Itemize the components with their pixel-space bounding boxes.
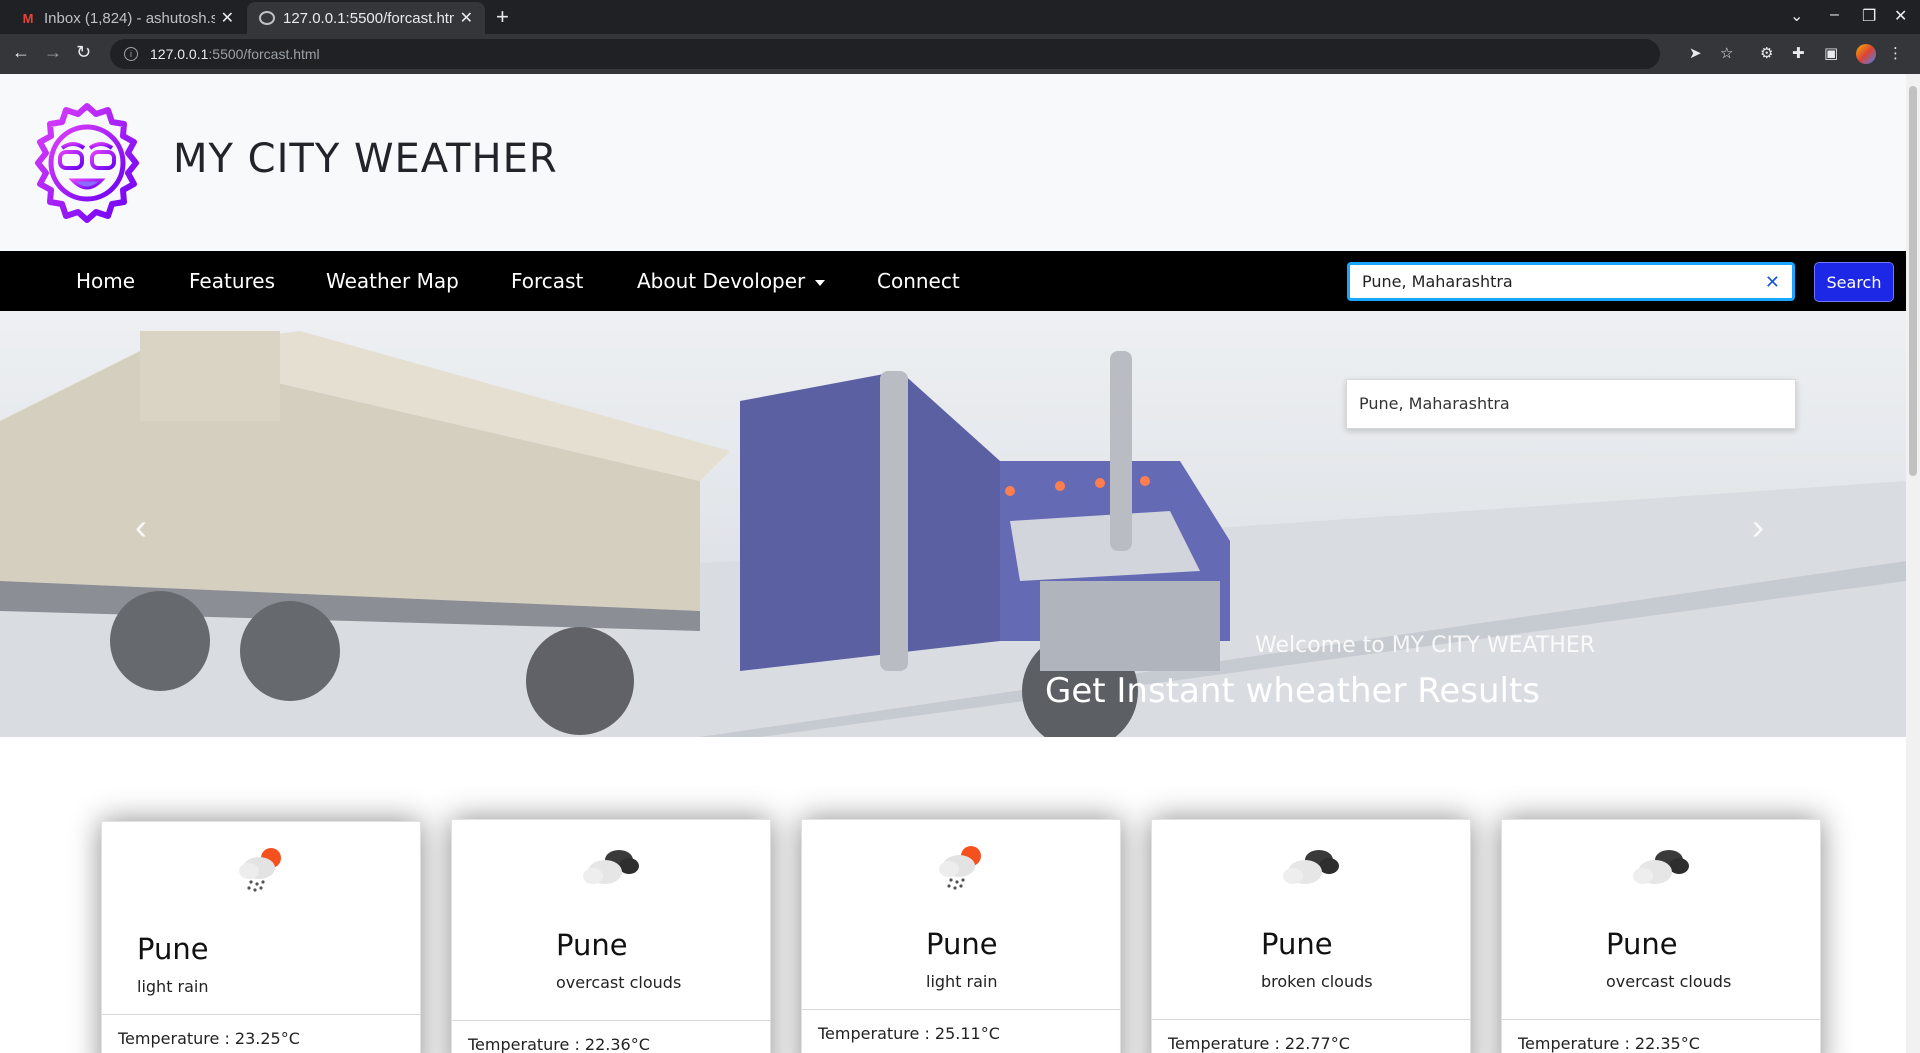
back-icon[interactable]: ← (12, 42, 30, 63)
main-navbar: Home Features Weather Map Forcast About … (0, 251, 1906, 311)
page-scrollbar[interactable] (1906, 74, 1920, 1053)
card-divider (452, 1020, 770, 1021)
globe-icon (259, 11, 275, 25)
card-description: overcast clouds (1606, 972, 1732, 991)
bookmark-star-icon[interactable]: ☆ (1720, 44, 1733, 62)
address-bar[interactable]: i 127.0.0.1:5500/forcast.html (110, 39, 1660, 69)
card-city: Pune (926, 927, 998, 961)
site-title: MY CITY WEATHER (173, 136, 558, 182)
tab-forecast[interactable]: 127.0.0.1:5500/forcast.htm ✕ (247, 2, 485, 34)
tab-title: Inbox (1,824) - ashutosh.s (44, 9, 215, 27)
carousel-prev-icon[interactable]: ‹ (135, 506, 147, 548)
send-tab-icon[interactable]: ➤ (1689, 44, 1702, 62)
overcast-clouds-icon (583, 850, 639, 884)
browser-tab-bar: M Inbox (1,824) - ashutosh.s ✕ 127.0.0.1… (0, 0, 1920, 34)
profile-avatar[interactable] (1856, 44, 1876, 64)
extension-icon[interactable]: ⚙ (1760, 44, 1773, 62)
reload-icon[interactable]: ↻ (76, 42, 91, 63)
card-description: light rain (137, 977, 209, 996)
card-temperature: Temperature : 22.35°C (1518, 1034, 1700, 1053)
search-input-value: Pune, Maharashtra (1362, 272, 1513, 291)
side-panel-icon[interactable]: ▣ (1824, 44, 1838, 62)
forward-icon[interactable]: → (44, 42, 62, 63)
search-suggestions-dropdown: Pune, Maharashtra (1346, 379, 1796, 429)
site-header: MY CITY WEATHER (0, 74, 1906, 251)
new-tab-icon[interactable]: + (496, 4, 509, 30)
card-temperature: Temperature : 25.11°C (818, 1024, 1000, 1043)
card-city: Pune (1261, 927, 1333, 961)
web-page: MY CITY WEATHER Home Features Weather Ma… (0, 74, 1906, 1053)
card-divider (1502, 1019, 1820, 1020)
light-rain-icon (239, 848, 281, 892)
close-window-icon[interactable]: ✕ (1894, 6, 1907, 26)
nav-weather-map[interactable]: Weather Map (326, 269, 459, 293)
minimize-icon[interactable]: – (1830, 6, 1839, 24)
forecast-card: Pune overcast clouds Temperature : 22.36… (451, 819, 771, 1053)
browser-toolbar: ← → ↻ i 127.0.0.1:5500/forcast.html ➤ ☆ … (0, 34, 1920, 74)
kebab-menu-icon[interactable]: ⋮ (1888, 44, 1903, 62)
gmail-icon: M (22, 10, 34, 26)
tab-title: 127.0.0.1:5500/forcast.htm (283, 9, 454, 27)
nav-about-developer-dropdown[interactable]: About Devoloper (637, 269, 826, 293)
forecast-card: Pune overcast clouds Temperature : 22.35… (1501, 819, 1821, 1053)
sun-logo-icon[interactable] (26, 102, 148, 224)
scrollbar-thumb[interactable] (1909, 86, 1917, 476)
snowy-truck-image (0, 311, 1906, 737)
card-city: Pune (1606, 927, 1678, 961)
nav-forcast[interactable]: Forcast (511, 269, 583, 293)
broken-clouds-icon (1283, 850, 1339, 884)
card-description: light rain (926, 972, 998, 991)
card-description: overcast clouds (556, 973, 682, 992)
card-description: broken clouds (1261, 972, 1373, 991)
card-temperature: Temperature : 22.36°C (468, 1035, 650, 1053)
url-host: 127.0.0.1 (150, 46, 209, 62)
tab-inbox[interactable]: M Inbox (1,824) - ashutosh.s ✕ (8, 2, 246, 34)
restore-icon[interactable]: ❐ (1862, 6, 1876, 26)
forecast-card: Pune light rain Temperature : 25.11°C (801, 819, 1121, 1053)
url-path: :5500/forcast.html (208, 46, 320, 62)
hero-subtitle: Welcome to MY CITY WEATHER (1255, 633, 1596, 658)
forecast-card: Pune light rain Temperature : 23.25°C (101, 821, 421, 1053)
card-temperature: Temperature : 23.25°C (118, 1029, 300, 1048)
card-divider (802, 1009, 1120, 1010)
tab-search-icon[interactable]: ⌄ (1790, 6, 1803, 26)
card-divider (102, 1014, 420, 1015)
hero-heading: Get Instant wheather Results (1045, 671, 1541, 711)
site-info-icon[interactable]: i (124, 47, 138, 61)
close-tab-icon[interactable]: ✕ (221, 8, 234, 28)
caret-down-icon (815, 279, 826, 286)
light-rain-icon (939, 846, 981, 890)
puzzle-extensions-icon[interactable]: ✚ (1792, 44, 1805, 62)
clear-search-icon[interactable]: ✕ (1765, 272, 1780, 293)
card-divider (1152, 1019, 1470, 1020)
suggestion-item[interactable]: Pune, Maharashtra (1359, 394, 1510, 413)
close-tab-icon[interactable]: ✕ (460, 8, 473, 28)
carousel-next-icon[interactable]: › (1752, 506, 1764, 548)
hero-carousel: ‹ › Welcome to MY CITY WEATHER Get Insta… (0, 311, 1906, 737)
nav-features[interactable]: Features (189, 269, 275, 293)
card-temperature: Temperature : 22.77°C (1168, 1034, 1350, 1053)
nav-home[interactable]: Home (76, 269, 135, 293)
overcast-clouds-icon (1633, 850, 1689, 884)
city-search-input[interactable]: Pune, Maharashtra ✕ (1347, 262, 1795, 301)
card-city: Pune (137, 932, 209, 966)
nav-about-label: About Devoloper (637, 269, 806, 293)
forecast-card: Pune broken clouds Temperature : 22.77°C (1151, 819, 1471, 1053)
search-button[interactable]: Search (1814, 262, 1894, 302)
nav-connect[interactable]: Connect (877, 269, 960, 293)
card-city: Pune (556, 928, 628, 962)
